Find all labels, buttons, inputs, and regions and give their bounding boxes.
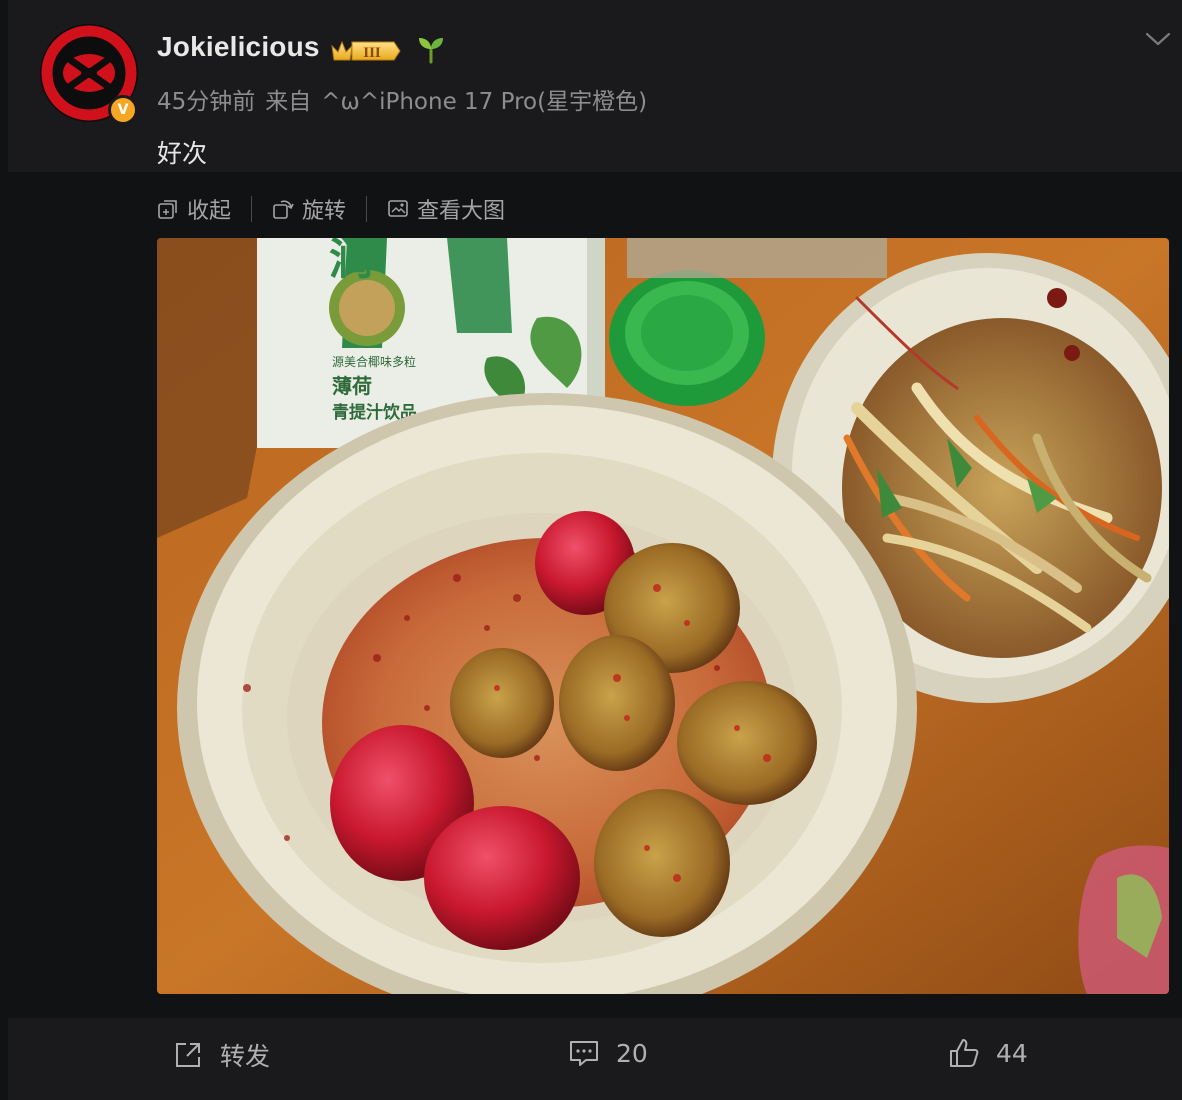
bottle-cap xyxy=(609,270,765,406)
avatar[interactable]: V xyxy=(40,24,140,125)
post-text: 好次 xyxy=(157,139,208,168)
repost-icon xyxy=(176,1043,200,1067)
post-time[interactable]: 45分钟前 xyxy=(157,89,255,115)
repost-button[interactable]: 转发 xyxy=(172,1037,270,1073)
image-view-icon xyxy=(388,200,408,217)
source-prefix: 来自 xyxy=(265,89,312,115)
collapse-icon xyxy=(158,200,177,219)
crown-level-icon[interactable]: III xyxy=(328,36,402,64)
post-meta: 45分钟前 来自 ^ω^iPhone 17 Pro(星宇橙色) xyxy=(157,82,647,116)
level-text: III xyxy=(363,45,381,61)
repost-label: 转发 xyxy=(220,1042,271,1071)
carton-small-text: 源美合椰味多粒 xyxy=(332,354,416,369)
rotate-label: 旋转 xyxy=(302,199,347,224)
collapse-label: 收起 xyxy=(187,199,232,224)
rotate-icon xyxy=(273,200,294,219)
view-large-label: 查看大图 xyxy=(417,199,506,224)
carton-brand: 润 xyxy=(329,238,373,285)
view-large-button[interactable]: 查看大图 xyxy=(387,193,505,225)
comment-icon xyxy=(570,1041,598,1066)
comment-button[interactable]: 20 xyxy=(568,1037,648,1069)
sprout-icon[interactable] xyxy=(416,34,446,64)
like-count: 44 xyxy=(996,1038,1028,1068)
like-button[interactable]: 44 xyxy=(948,1037,1028,1069)
fruit-bowl xyxy=(177,393,917,994)
toolbar-divider xyxy=(366,196,368,222)
food-photo: 润 源美合椰味多粒 薄荷 青提汁饮品 xyxy=(157,238,1169,994)
thumbs-up-icon xyxy=(950,1039,979,1067)
username[interactable]: Jokielicious xyxy=(157,31,320,63)
collapse-button[interactable]: 收起 xyxy=(157,193,231,225)
verified-v-icon: V xyxy=(108,95,138,125)
toolbar-divider xyxy=(251,196,253,222)
image-toolbar: 收起 旋转 查看大图 xyxy=(157,194,505,224)
chevron-down-icon[interactable] xyxy=(1144,30,1172,48)
post-image[interactable]: 润 源美合椰味多粒 薄荷 青提汁饮品 xyxy=(157,238,1169,994)
rotate-button[interactable]: 旋转 xyxy=(272,193,346,225)
carton-line1: 薄荷 xyxy=(332,374,372,398)
comment-count: 20 xyxy=(616,1038,648,1068)
post-source[interactable]: ^ω^iPhone 17 Pro(星宇橙色) xyxy=(321,89,647,115)
